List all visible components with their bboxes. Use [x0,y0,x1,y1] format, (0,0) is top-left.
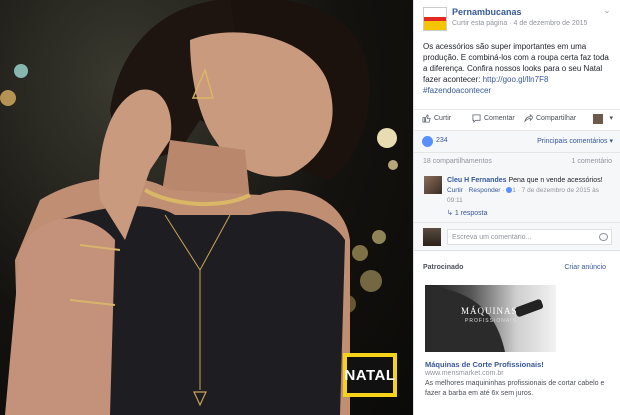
like-page-link[interactable]: Curtir esta página [452,20,507,27]
replies-label: 1 resposta [454,210,488,217]
like-button[interactable]: Curtir [422,114,451,123]
like-count[interactable]: 234 [436,137,448,144]
ad-brand: MÁQUINAS [461,306,518,316]
comment-body: Cleu H Fernandes Pena que n vende acessó… [447,176,615,206]
share-button-label: Compartilhar [536,115,577,122]
current-user-avatar [423,228,441,246]
comment-button[interactable]: Comentar [472,114,515,123]
reactions-bar: 234 Principais comentários ▾ [414,130,620,152]
comment-like-link[interactable]: Curtir [447,187,463,194]
create-ad-link[interactable]: Criar anúncio [564,264,606,271]
comment-count: 1 comentário [571,158,612,165]
comment-sort-dropdown[interactable]: Principais comentários ▾ [537,137,613,145]
page-name[interactable]: Pernambucanas [452,7,522,17]
caret-down-icon[interactable]: ▾ [609,114,613,122]
commenter-avatar[interactable] [424,176,442,194]
like-button-label: Curtir [434,115,452,122]
post-link[interactable]: http://goo.gl/lln7F8 [483,75,549,84]
post-actions: Curtir Comentar Compartilhar ▾ [414,109,620,129]
comment-text: Pena que n vende acessórios! [508,177,603,184]
comment-item: Cleu H Fernandes Pena que n vende acessó… [414,170,620,222]
thumbs-up-icon [422,114,431,123]
sponsored-section: Patrocinado Criar anúncio MÁQUINAS PROFI… [414,250,620,415]
comment-reply-link[interactable]: Responder [469,187,501,194]
post-date[interactable]: 4 de dezembro de 2015 [514,20,588,27]
post-hashtag[interactable]: #fazendoacontecer [423,86,491,95]
share-icon [524,114,533,123]
post-text: Os acessórios são super importantes em u… [423,41,615,96]
comment-button-label: Comentar [484,115,515,122]
comment-author[interactable]: Cleu H Fernandes [447,177,507,184]
comment-likes[interactable]: 1 [512,187,516,194]
ad-url[interactable]: www.mensmarket.com.br [425,370,504,377]
chevron-down-icon[interactable]: ⌄ [602,6,612,16]
view-replies-link[interactable]: ↳ 1 resposta [447,209,488,217]
natal-badge: NATAL [343,353,397,397]
share-as-avatar[interactable] [593,114,603,124]
ad-description: As melhores maquininhas profissionais de… [425,380,605,397]
natal-badge-text: NATAL [344,366,396,384]
share-button[interactable]: Compartilhar [524,114,576,123]
camera-icon[interactable] [599,233,608,241]
comment-meta: Curtir · Responder · 1 · 7 de dezembro d… [447,187,600,204]
page-avatar[interactable] [423,7,447,31]
comment-sort-label: Principais comentários [537,138,608,145]
sponsored-label: Patrocinado [423,264,464,271]
ad-title[interactable]: Máquinas de Corte Profissionais! [425,360,544,369]
like-reaction-icon [422,136,433,147]
post-photo[interactable]: NATAL [0,0,413,415]
share-count[interactable]: 18 compartilhamentos [423,158,492,165]
counts-bar: 18 compartilhamentos 1 comentário [414,152,620,170]
comment-icon [472,114,481,123]
page-meta: Curtir esta página · 4 de dezembro de 20… [452,20,587,27]
ad-brand-sub: PROFISSIONAIS [465,318,517,324]
comment-input[interactable] [447,229,612,245]
post-side-panel: Pernambucanas Curtir esta página · 4 de … [413,0,620,415]
comment-composer [414,222,620,250]
post-header: Pernambucanas Curtir esta página · 4 de … [414,0,620,40]
ad-image[interactable]: MÁQUINAS PROFISSIONAIS [425,285,556,352]
